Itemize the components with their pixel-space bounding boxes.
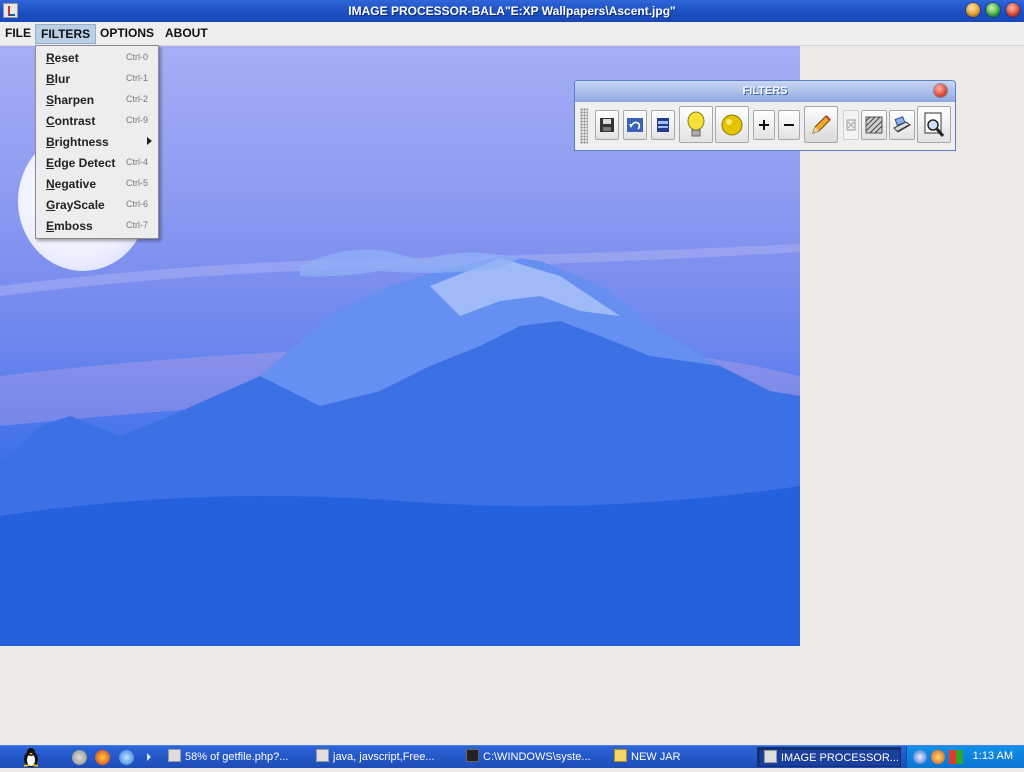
start-button[interactable] — [18, 747, 44, 767]
menu-filters[interactable]: FILTERS — [35, 24, 97, 44]
menu-item-grayscale[interactable]: GrayScale Ctrl-6 — [36, 194, 158, 215]
small-image-icon[interactable] — [843, 110, 859, 140]
menu-item-reset[interactable]: Reset Ctrl-0 — [36, 47, 158, 68]
zoom-in-icon[interactable] — [753, 110, 775, 140]
menu-item-label: Edge Detect — [46, 156, 116, 170]
task-browser[interactable]: java, javscript,Free... — [316, 747, 456, 767]
task-label: NEW JAR — [631, 751, 681, 763]
menu-item-shortcut: Ctrl-5 — [126, 178, 148, 188]
task-label: IMAGE PROCESSOR... — [781, 752, 899, 764]
menu-item-label: Contrast — [46, 114, 96, 128]
menu-item-edge-detect[interactable]: Edge Detect Ctrl-4 — [36, 152, 158, 173]
menu-item-shortcut: Ctrl-6 — [126, 199, 148, 209]
menu-item-label: Sharpen — [46, 93, 95, 107]
quicklaunch-icon[interactable] — [72, 750, 87, 765]
system-tray: 1:13 AM — [906, 746, 1024, 768]
menu-item-sharpen[interactable]: Sharpen Ctrl-2 — [36, 89, 158, 110]
menu-item-label: Blur — [46, 72, 71, 86]
close-button[interactable] — [1006, 3, 1020, 17]
menu-item-shortcut: Ctrl-0 — [126, 52, 148, 62]
task-image-processor[interactable]: IMAGE PROCESSOR... — [757, 747, 901, 767]
sun-icon[interactable] — [715, 106, 749, 143]
toolbar-title[interactable]: FILTERS — [575, 81, 955, 102]
menu-item-blur[interactable]: Blur Ctrl-1 — [36, 68, 158, 89]
menu-item-label: GrayScale — [46, 198, 105, 212]
network-icon[interactable] — [913, 750, 927, 764]
clock[interactable]: 1:13 AM — [973, 750, 1013, 762]
screen-icon[interactable] — [651, 110, 675, 140]
task-console[interactable]: C:\WINDOWS\syste... — [466, 747, 606, 767]
taskbar: 58% of getfile.php?... java, javscript,F… — [0, 745, 1024, 768]
submenu-arrow-icon — [147, 137, 152, 145]
filters-toolbar-window: FILTERS — [574, 80, 956, 151]
chevron-right-icon[interactable] — [147, 753, 151, 761]
menu-item-brightness[interactable]: Brightness — [36, 131, 158, 152]
menu-item-label: Negative — [46, 177, 97, 191]
task-label: java, javscript,Free... — [333, 751, 435, 763]
java-icon — [764, 750, 777, 763]
menu-file[interactable]: FILE — [0, 24, 36, 43]
hatch-icon[interactable] — [861, 110, 887, 140]
bulb-icon[interactable] — [679, 106, 713, 143]
zoom-out-icon[interactable] — [778, 110, 800, 140]
menu-item-label: Reset — [46, 51, 79, 65]
toolbar-close-button[interactable] — [934, 84, 947, 97]
menu-item-label: Emboss — [46, 219, 93, 233]
menu-item-contrast[interactable]: Contrast Ctrl-9 — [36, 110, 158, 131]
menu-item-negative[interactable]: Negative Ctrl-5 — [36, 173, 158, 194]
antivirus-icon[interactable] — [931, 750, 945, 764]
scanner-icon[interactable] — [889, 110, 915, 140]
windows-flag-icon[interactable] — [949, 750, 963, 764]
task-folder[interactable]: NEW JAR — [614, 747, 754, 767]
pencil-icon[interactable] — [804, 106, 838, 143]
maximize-button[interactable] — [986, 3, 1000, 17]
magnify-icon[interactable] — [917, 106, 951, 143]
browser-icon — [316, 749, 329, 762]
title-bar: IMAGE PROCESSOR-BALA"E:XP Wallpapers\Asc… — [0, 0, 1024, 22]
download-icon — [168, 749, 181, 762]
filters-dropdown: Reset Ctrl-0 Blur Ctrl-1 Sharpen Ctrl-2 … — [35, 45, 159, 239]
save-icon[interactable] — [595, 110, 619, 140]
task-download[interactable]: 58% of getfile.php?... — [168, 747, 308, 767]
menu-bar: FILE FILTERS OPTIONS ABOUT — [0, 22, 1024, 46]
menu-item-shortcut: Ctrl-4 — [126, 157, 148, 167]
console-icon — [466, 749, 479, 762]
menu-item-label: Brightness — [46, 135, 109, 149]
menu-options[interactable]: OPTIONS — [95, 24, 159, 43]
task-label: 58% of getfile.php?... — [185, 751, 289, 763]
search-icon[interactable] — [119, 750, 134, 765]
task-label: C:\WINDOWS\syste... — [483, 751, 591, 763]
penguin-icon — [23, 748, 39, 767]
menu-item-shortcut: Ctrl-2 — [126, 94, 148, 104]
browser-icon[interactable] — [95, 750, 110, 765]
menu-item-shortcut: Ctrl-1 — [126, 73, 148, 83]
toolbar-grip-handle[interactable] — [580, 108, 588, 144]
window-title: IMAGE PROCESSOR-BALA"E:XP Wallpapers\Asc… — [348, 4, 676, 18]
folder-icon — [614, 749, 627, 762]
menu-about[interactable]: ABOUT — [160, 24, 213, 43]
menu-item-shortcut: Ctrl-9 — [126, 115, 148, 125]
menu-item-shortcut: Ctrl-7 — [126, 220, 148, 230]
undo-icon[interactable] — [623, 110, 647, 140]
minimize-button[interactable] — [966, 3, 980, 17]
menu-item-emboss[interactable]: Emboss Ctrl-7 — [36, 215, 158, 236]
